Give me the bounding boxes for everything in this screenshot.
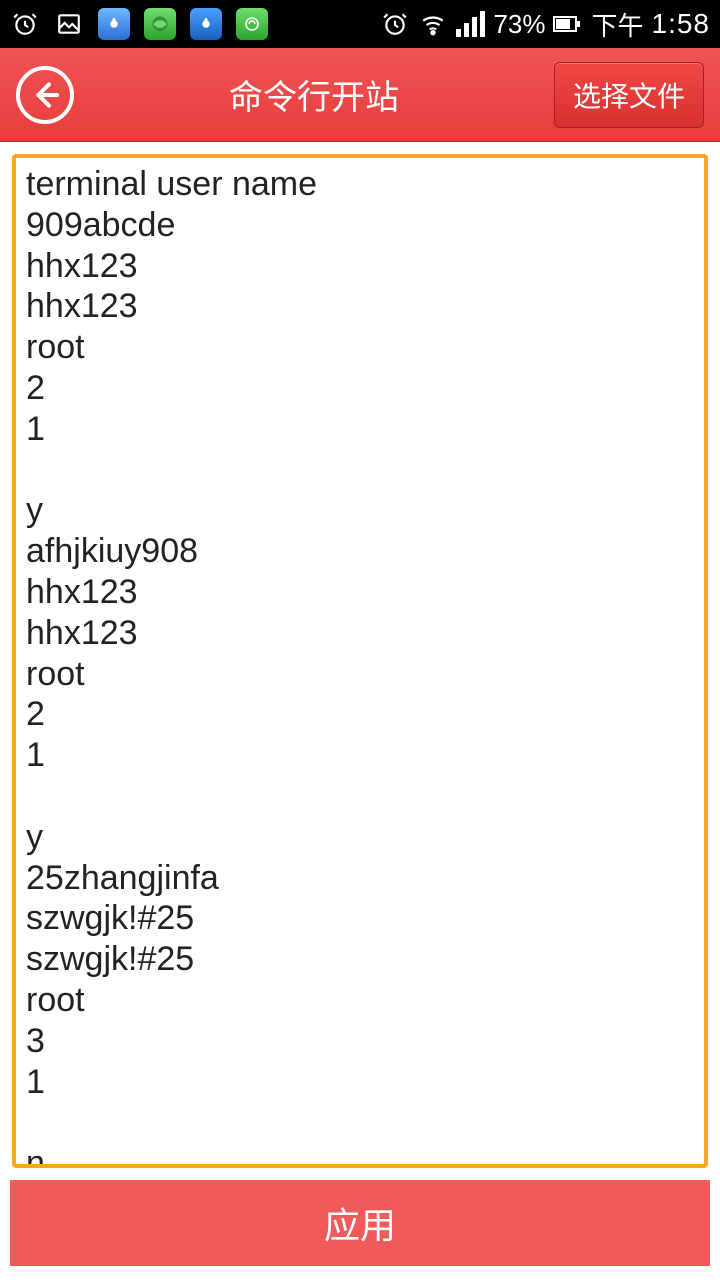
app-icon-4 (236, 8, 268, 40)
terminal-textarea[interactable]: terminal user name 909abcde hhx123 hhx12… (12, 154, 708, 1168)
app-icon-3 (190, 8, 222, 40)
status-left (10, 8, 268, 40)
wifi-icon (418, 9, 448, 39)
time-prefix: 下午 (591, 6, 643, 43)
clock: 1:58 (652, 8, 711, 40)
image-icon (54, 9, 84, 39)
battery-icon (553, 16, 577, 32)
page-title: 命令行开站 (229, 70, 399, 119)
alarm-icon (10, 9, 40, 39)
content: terminal user name 909abcde hhx123 hhx12… (0, 142, 720, 1180)
app-icon-1 (98, 8, 130, 40)
app-header: 命令行开站 选择文件 (0, 48, 720, 142)
choose-file-button[interactable]: 选择文件 (554, 62, 704, 128)
signal-icon (456, 11, 485, 37)
alarm-icon-2 (380, 9, 410, 39)
back-button[interactable] (16, 66, 74, 124)
status-bar: 73% 下午 1:58 (0, 0, 720, 48)
battery-percent: 73% (493, 9, 545, 40)
apply-button[interactable]: 应用 (10, 1180, 710, 1266)
app-icon-2 (144, 8, 176, 40)
status-right: 73% 下午 1:58 (380, 6, 710, 43)
